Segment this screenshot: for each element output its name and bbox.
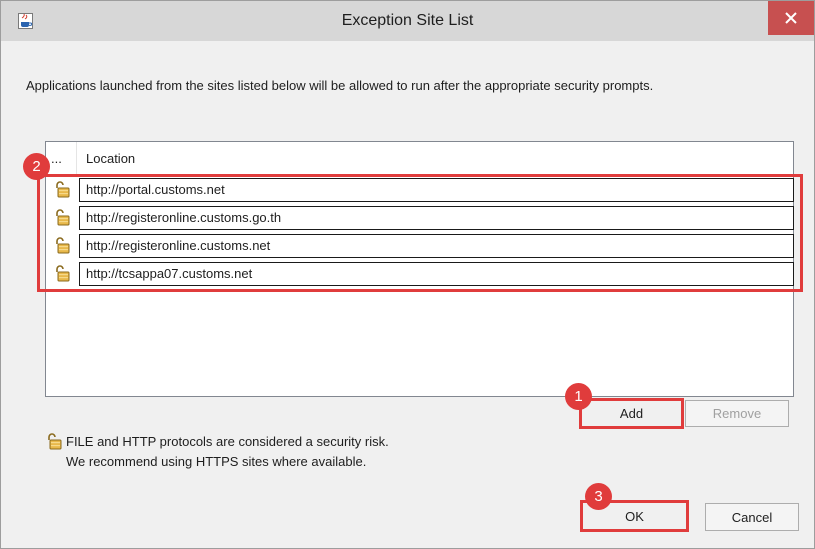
warning-line-2: We recommend using HTTPS sites where ava…: [66, 454, 367, 469]
step-badge-2: 2: [23, 153, 50, 180]
add-button[interactable]: Add: [579, 398, 684, 429]
cancel-button[interactable]: Cancel: [705, 503, 799, 531]
step-badge-3: 3: [585, 483, 612, 510]
window-title: Exception Site List: [341, 12, 474, 29]
rows-highlight-box: [37, 174, 803, 292]
step-badge-1: 1: [565, 383, 592, 410]
unlocked-padlock-icon: [46, 433, 62, 450]
header-ellipsis: ...: [51, 151, 62, 166]
table-header: ... Location: [46, 142, 793, 176]
remove-button[interactable]: Remove: [685, 400, 789, 427]
header-location[interactable]: Location: [86, 151, 135, 166]
header-icon-column[interactable]: ...: [46, 142, 77, 175]
warning-line-1: FILE and HTTP protocols are considered a…: [66, 434, 389, 449]
description-text: Applications launched from the sites lis…: [26, 78, 654, 93]
close-button[interactable]: [768, 1, 814, 35]
close-icon: [785, 12, 797, 24]
title-bar[interactable]: Exception Site List: [1, 1, 814, 41]
security-warning: FILE and HTTP protocols are considered a…: [66, 432, 389, 472]
